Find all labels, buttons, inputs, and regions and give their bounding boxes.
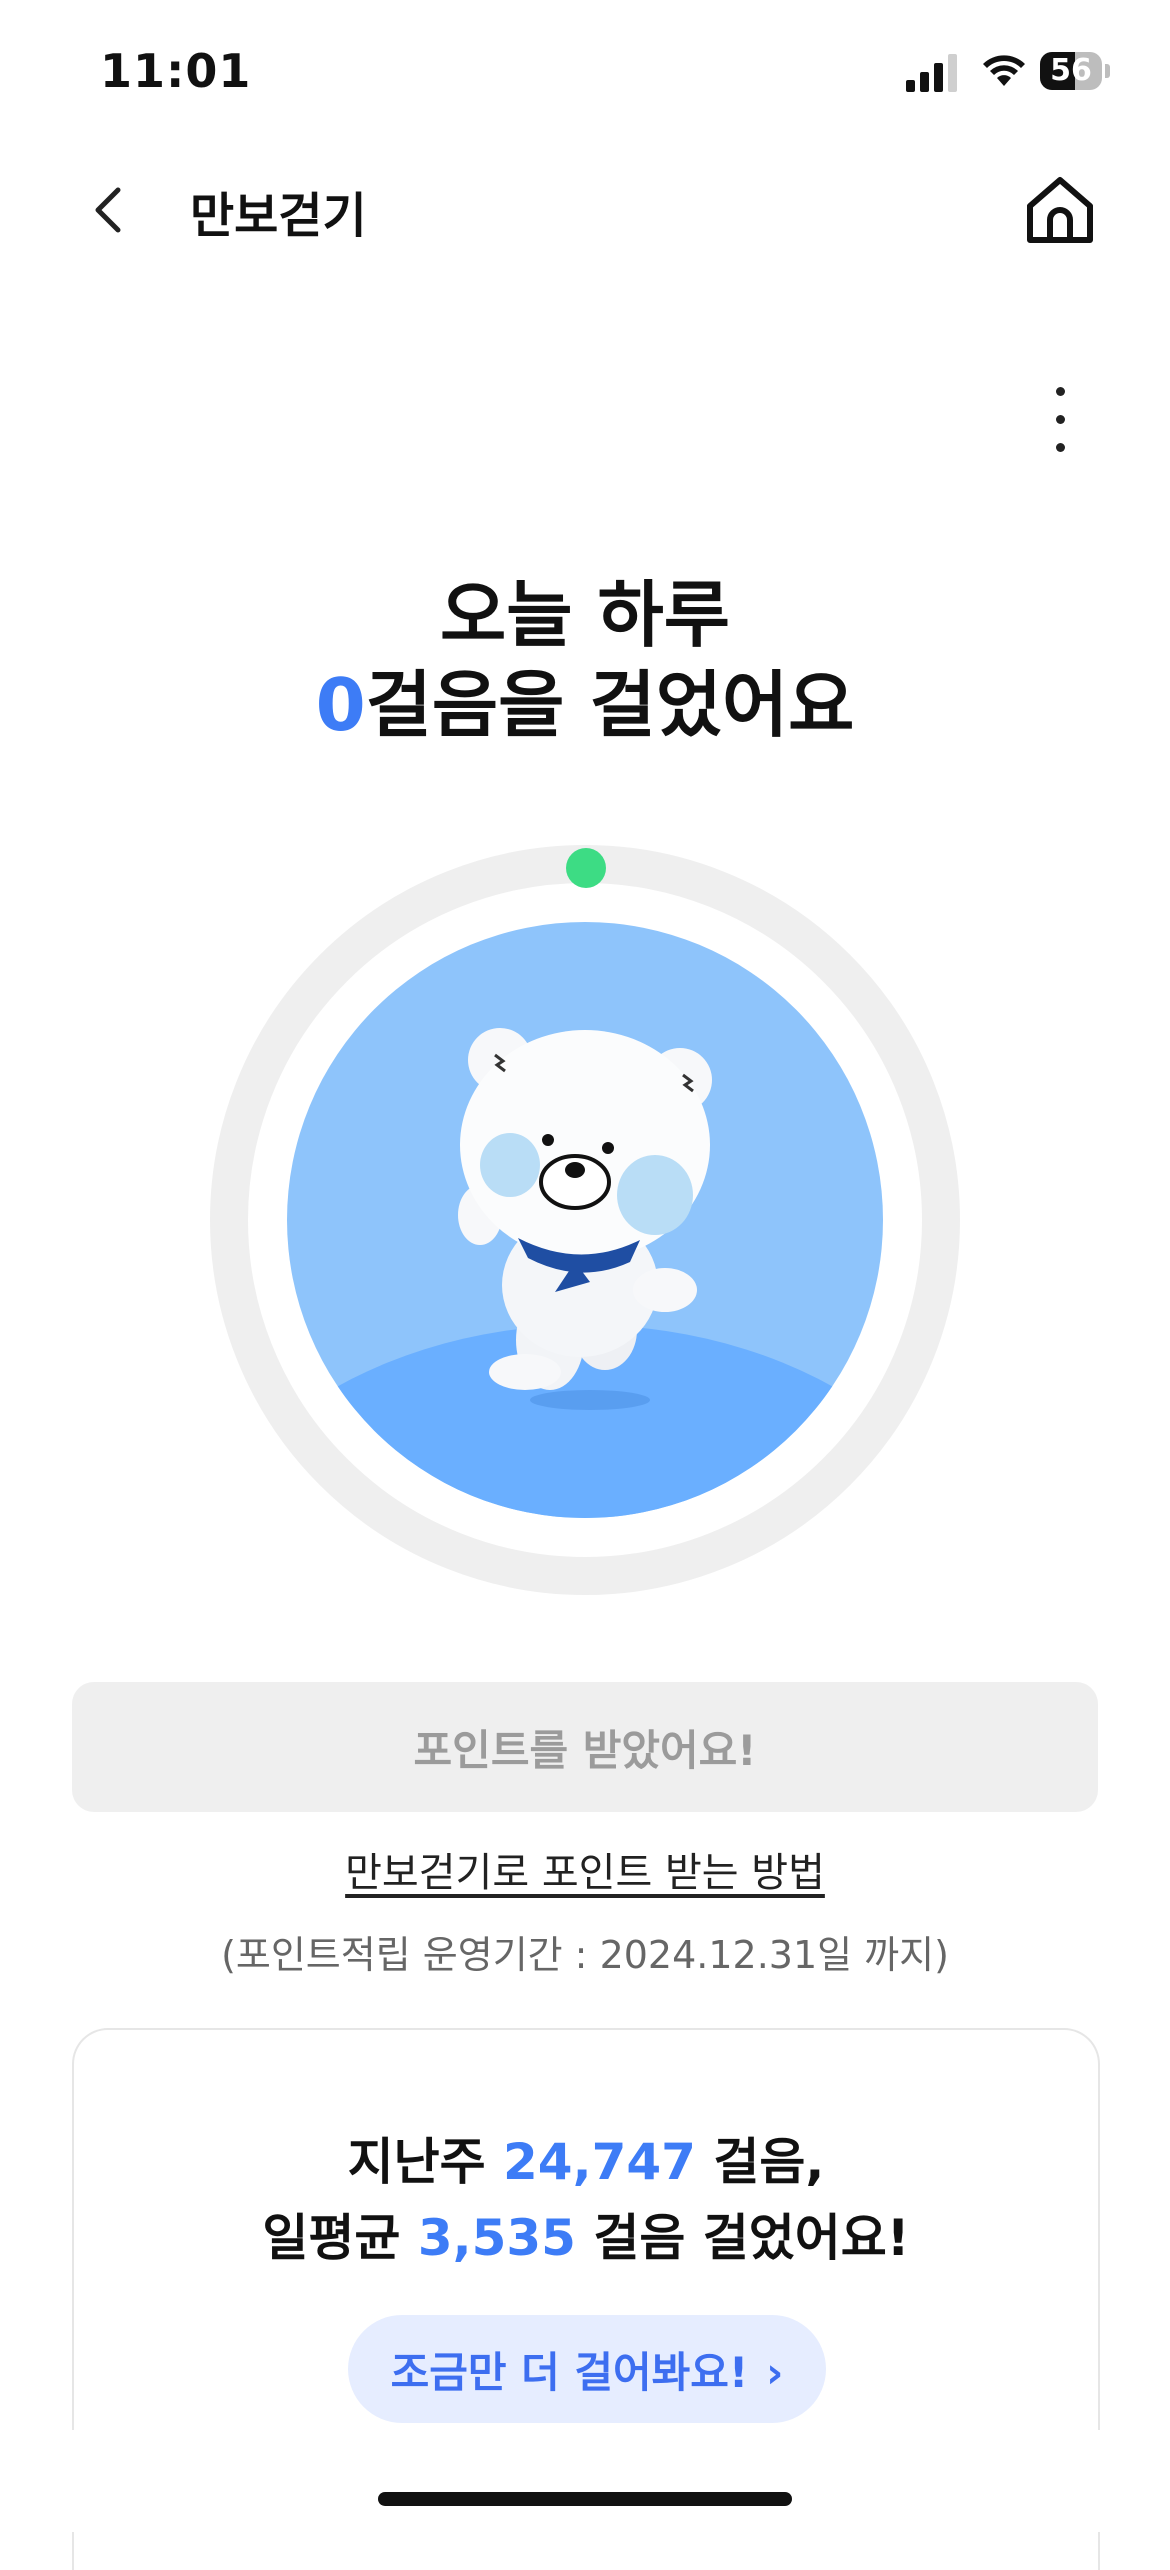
bear-character-image: [458, 1028, 712, 1410]
weekly-suffix: 걸음,: [713, 2133, 825, 2191]
weekly-total-line: 지난주 24,747 걸음,: [74, 2122, 1098, 2194]
page-title: 만보걷기: [190, 188, 367, 244]
weekly-step-count: 24,747: [503, 2133, 696, 2191]
steps-headline: 오늘 하루 0걸음을 걸었어요: [0, 570, 1170, 750]
points-received-button[interactable]: 포인트를 받았어요!: [72, 1682, 1098, 1812]
battery-icon: 56: [1040, 52, 1110, 92]
back-chevron-icon[interactable]: [80, 180, 140, 240]
weekly-prefix: 지난주: [347, 2133, 486, 2191]
wifi-icon: [983, 55, 1025, 86]
more-vertical-icon[interactable]: [1040, 385, 1080, 455]
daily-avg-prefix: 일평균: [262, 2209, 401, 2267]
daily-avg-suffix: 걸음 걸었어요!: [593, 2209, 910, 2267]
daily-average-line: 일평균 3,535 걸음 걸었어요!: [74, 2198, 1098, 2270]
home-indicator[interactable]: [378, 2492, 792, 2506]
howto-points-label[interactable]: 만보걷기로 포인트 받는 방법: [345, 1850, 825, 1896]
today-step-count: 0: [315, 663, 366, 747]
chevron-right-icon: ›: [766, 2347, 784, 2397]
battery-level: 56: [1050, 53, 1092, 88]
headline-line2: 0걸음을 걸었어요: [0, 660, 1170, 750]
progress-indicator-dot: [566, 848, 606, 888]
status-time: 11:01: [100, 44, 252, 98]
status-bar: 11:01 56: [0, 0, 1170, 150]
operation-period-note: (포인트적립 운영기간 : 2024.12.31일 까지): [221, 1933, 949, 1977]
home-icon[interactable]: [1020, 170, 1100, 250]
headline-line1: 오늘 하루: [439, 573, 731, 657]
walk-more-label: 조금만 더 걸어봐요!: [390, 2347, 749, 2397]
bottom-safe-area: [0, 2430, 1170, 2532]
cellular-signal-icon: [906, 54, 957, 92]
howto-points-link[interactable]: 만보걷기로 포인트 받는 방법: [0, 1840, 1170, 1898]
headline-line2-suffix: 걸음을 걸었어요: [365, 663, 855, 747]
daily-avg-step-count: 3,535: [417, 2209, 576, 2267]
walk-more-button[interactable]: 조금만 더 걸어봐요! ›: [348, 2315, 826, 2423]
